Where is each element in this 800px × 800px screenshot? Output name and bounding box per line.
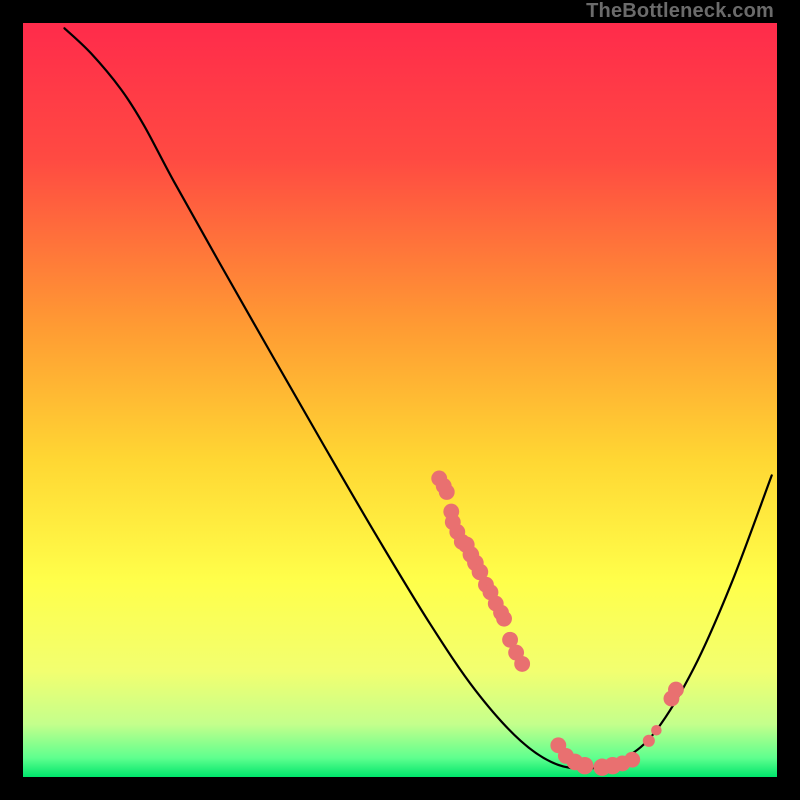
data-marker — [576, 757, 593, 774]
gradient-background — [23, 23, 777, 777]
data-marker — [439, 484, 455, 500]
data-marker — [651, 725, 662, 736]
data-marker — [496, 611, 512, 627]
chart-frame — [23, 23, 777, 777]
data-marker — [668, 682, 684, 698]
watermark-label: TheBottleneck.com — [586, 0, 774, 23]
data-marker — [514, 656, 530, 672]
data-marker — [624, 752, 640, 768]
data-marker — [643, 735, 655, 747]
bottleneck-chart — [23, 23, 777, 777]
